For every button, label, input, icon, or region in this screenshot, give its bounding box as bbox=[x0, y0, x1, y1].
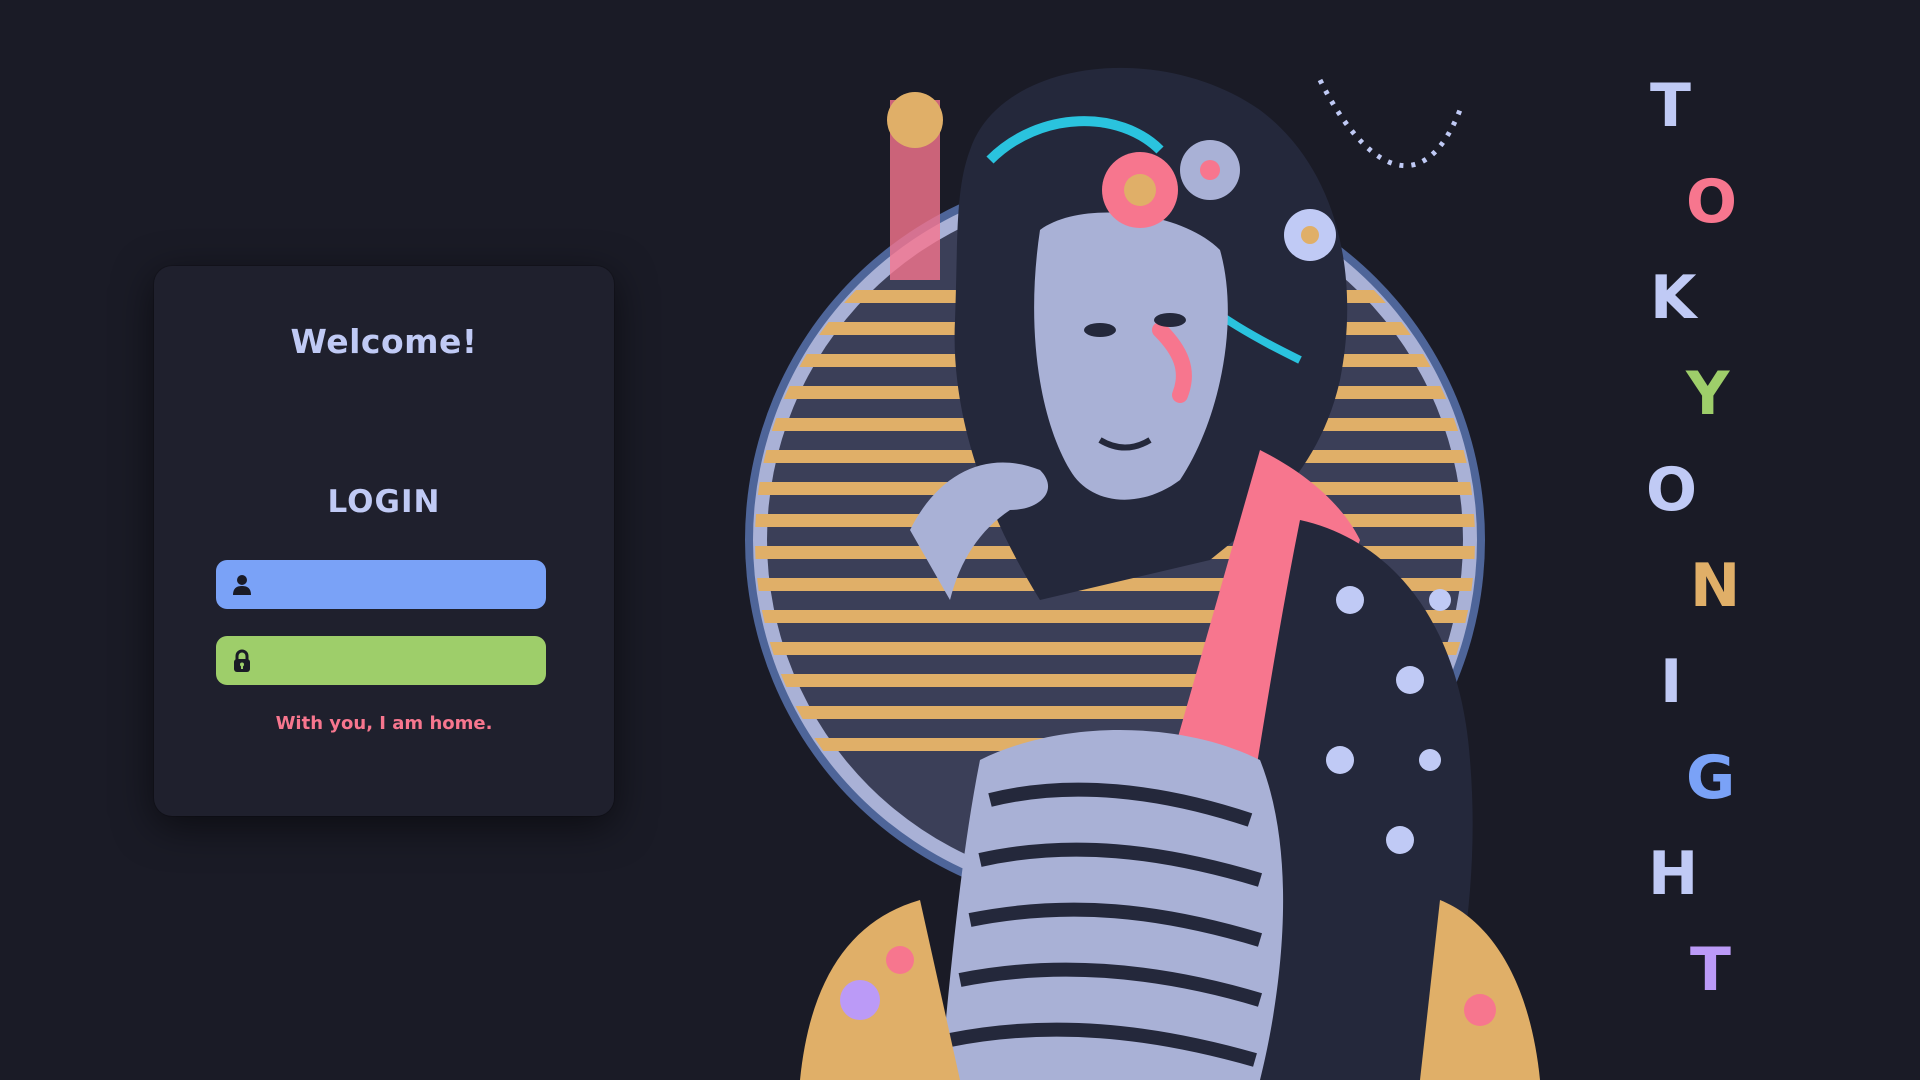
title-letter-10: T bbox=[1690, 935, 1731, 1005]
title-letter-5: O bbox=[1646, 455, 1698, 525]
login-heading: LOGIN bbox=[327, 484, 441, 520]
username-field[interactable] bbox=[216, 559, 546, 610]
title-letter-6: N bbox=[1690, 551, 1741, 621]
lock-icon bbox=[230, 649, 254, 673]
user-icon bbox=[230, 573, 254, 597]
welcome-heading: Welcome! bbox=[290, 322, 478, 361]
username-input[interactable] bbox=[262, 559, 546, 610]
title-letter-4: Y bbox=[1686, 359, 1730, 429]
tagline-text: With you, I am home. bbox=[275, 713, 493, 734]
password-input[interactable] bbox=[262, 635, 546, 686]
login-screen: Welcome! LOGIN With you, I am home. T O … bbox=[0, 0, 1920, 1080]
title-letter-3: K bbox=[1650, 263, 1697, 333]
title-letter-7: I bbox=[1660, 647, 1683, 717]
geisha-illustration bbox=[745, 67, 1540, 1080]
login-card: Welcome! LOGIN With you, I am home. bbox=[154, 266, 614, 816]
title-letter-8: G bbox=[1686, 743, 1736, 813]
password-field[interactable] bbox=[216, 635, 546, 686]
title-letter-1: T bbox=[1650, 71, 1691, 141]
title-letter-9: H bbox=[1648, 839, 1699, 909]
title-letter-2: O bbox=[1686, 167, 1738, 237]
